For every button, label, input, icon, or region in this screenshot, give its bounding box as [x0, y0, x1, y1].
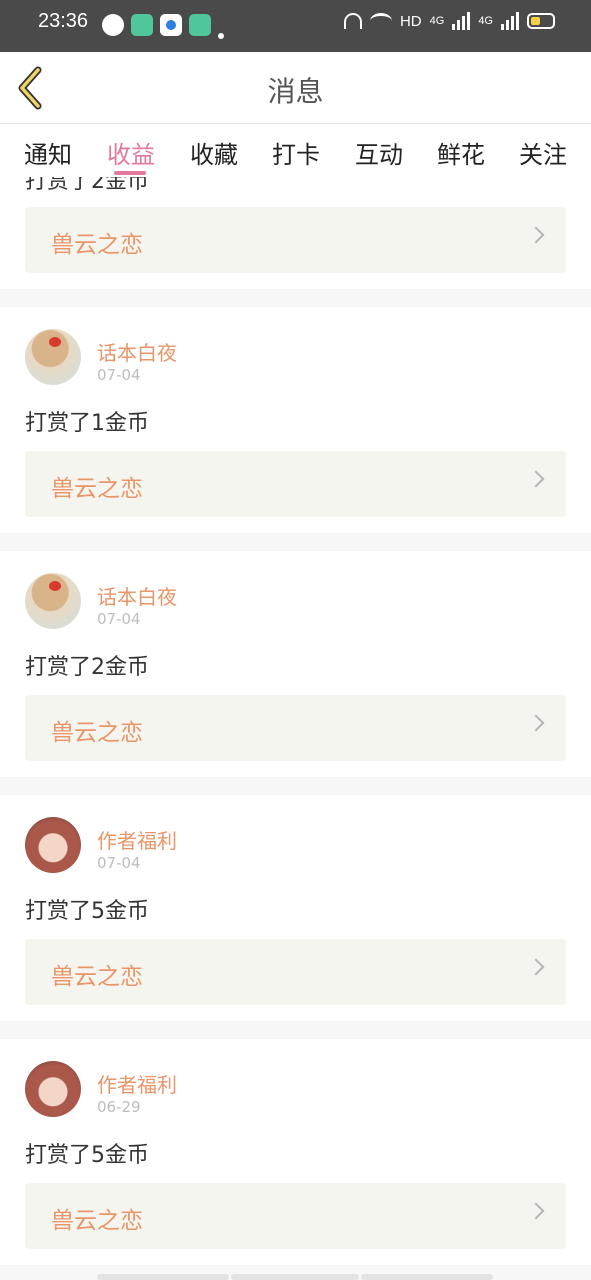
- bottom-nav-bar[interactable]: [361, 1274, 493, 1280]
- user-name[interactable]: 话本白夜: [97, 581, 177, 610]
- status-bar: 23:36 HD 4G 4G: [0, 0, 591, 52]
- headphones-icon: [343, 13, 362, 29]
- tab-favorites[interactable]: 收藏: [190, 135, 238, 170]
- list-item: 作者福利 07-04 打赏了5金币 兽云之恋: [0, 795, 591, 1021]
- status-time: 23:36: [38, 10, 89, 32]
- message-date: 07-04: [97, 366, 141, 384]
- message-date: 06-29: [97, 1098, 141, 1116]
- app-notification-icon: [131, 14, 153, 36]
- avatar[interactable]: [25, 1061, 81, 1117]
- reward-text: 打赏了5金币: [25, 899, 149, 924]
- work-link[interactable]: 兽云之恋: [25, 939, 566, 1005]
- tab-bar: 通知 收益 收藏 打卡 互动 鲜花 关注: [0, 125, 591, 177]
- message-date: 07-04: [97, 854, 141, 872]
- bottom-nav-bar[interactable]: [231, 1274, 359, 1280]
- divider: [0, 533, 591, 551]
- work-title: 兽云之恋: [51, 720, 143, 746]
- top-bar: 消息: [0, 52, 591, 124]
- work-title: 兽云之恋: [51, 476, 143, 502]
- globe-icon: [102, 14, 124, 36]
- work-link[interactable]: 兽云之恋: [25, 451, 566, 517]
- list-item: 作者福利 06-29 打赏了5金币 兽云之恋: [0, 1039, 591, 1265]
- divider: [0, 777, 591, 795]
- tab-interactions[interactable]: 互动: [355, 135, 403, 170]
- work-title: 兽云之恋: [51, 232, 143, 258]
- list-item: 话本白夜 07-04 打赏了1金币 兽云之恋: [0, 307, 591, 533]
- reward-text: 打赏了1金币: [25, 411, 149, 436]
- chevron-right-icon: [527, 470, 545, 488]
- chevron-right-icon: [527, 226, 545, 244]
- active-tab-indicator: [114, 171, 146, 175]
- signal1-label: 4G: [429, 15, 445, 27]
- list-item: 话本白夜 07-04 打赏了2金币 兽云之恋: [0, 551, 591, 777]
- signal-icon: [501, 12, 519, 30]
- user-name[interactable]: 话本白夜: [97, 337, 177, 366]
- tab-flowers[interactable]: 鲜花: [437, 135, 485, 170]
- avatar[interactable]: [25, 329, 81, 385]
- chevron-right-icon: [527, 958, 545, 976]
- work-link[interactable]: 兽云之恋: [25, 207, 566, 273]
- bottom-nav-bar[interactable]: [97, 1274, 229, 1280]
- avatar[interactable]: [25, 817, 81, 873]
- user-name[interactable]: 作者福利: [97, 1069, 177, 1098]
- reward-text: 打赏了2金币: [25, 655, 149, 680]
- divider: [0, 1021, 591, 1039]
- reward-text: 打赏了2金币: [25, 177, 149, 194]
- user-name[interactable]: 作者福利: [97, 825, 177, 854]
- signal2-label: 4G: [478, 15, 493, 27]
- wifi-icon: [369, 13, 392, 29]
- message-date: 07-04: [97, 610, 141, 628]
- page-title: 消息: [267, 75, 324, 108]
- battery-icon: [527, 13, 555, 29]
- status-indicators: HD 4G 4G: [343, 12, 555, 30]
- tab-check-in[interactable]: 打卡: [272, 135, 320, 170]
- work-link[interactable]: 兽云之恋: [25, 695, 566, 761]
- browser-notification-icon: [160, 14, 182, 36]
- chevron-right-icon: [527, 1202, 545, 1220]
- tab-following[interactable]: 关注: [519, 135, 567, 170]
- chevron-right-icon: [527, 714, 545, 732]
- work-title: 兽云之恋: [51, 1208, 143, 1234]
- tab-earnings[interactable]: 收益: [107, 135, 155, 170]
- hd-label: HD: [399, 12, 422, 30]
- signal-icon: [452, 12, 471, 30]
- reward-text: 打赏了5金币: [25, 1143, 149, 1168]
- more-notifications-dot-icon: [218, 33, 224, 39]
- work-link[interactable]: 兽云之恋: [25, 1183, 566, 1249]
- message-list[interactable]: 打赏了2金币 兽云之恋 话本白夜 07-04 打赏了1金币 兽云之恋 话本白夜 …: [0, 177, 591, 1280]
- work-title: 兽云之恋: [51, 964, 143, 990]
- tab-notifications[interactable]: 通知: [24, 135, 72, 170]
- avatar[interactable]: [25, 573, 81, 629]
- divider: [0, 289, 591, 307]
- app-notification-icon: [189, 14, 211, 36]
